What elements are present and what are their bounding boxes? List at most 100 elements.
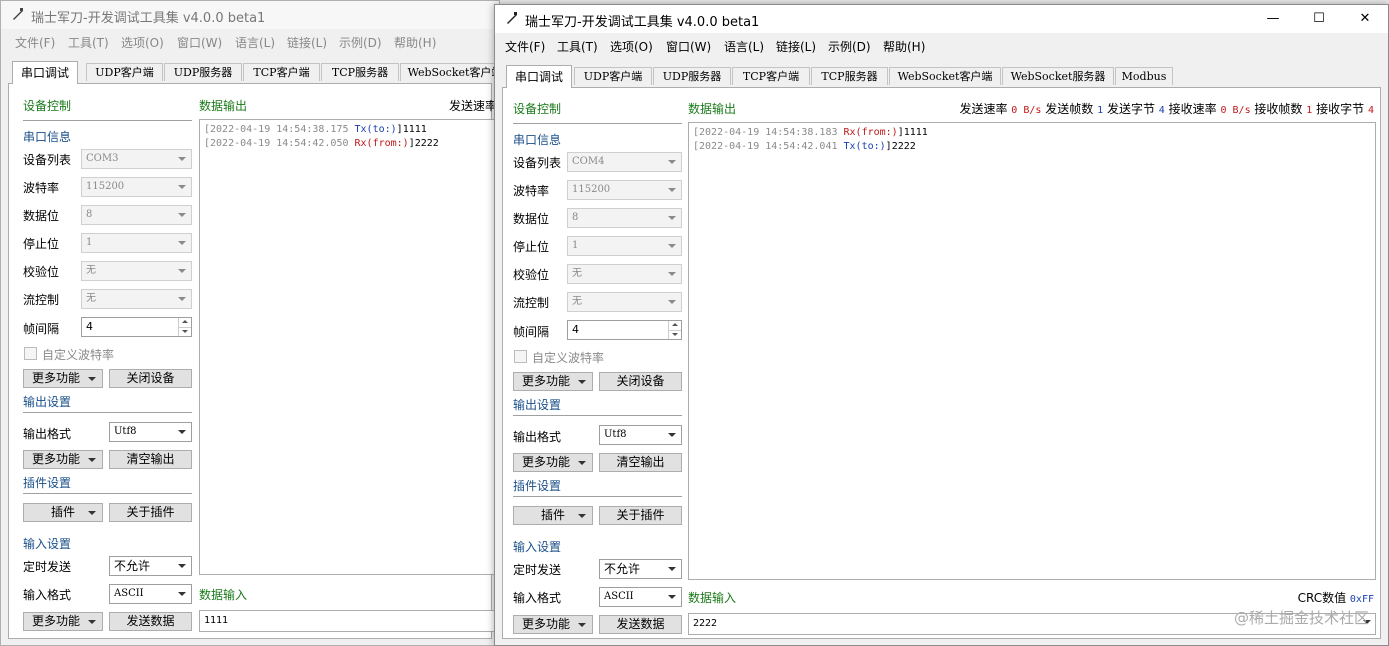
frame-interval-value: 4: [572, 323, 579, 336]
timed-send-select[interactable]: 不允许: [109, 556, 192, 576]
send-data-button[interactable]: 发送数据: [109, 612, 192, 631]
tab-udp-server[interactable]: UDP服务器: [653, 67, 731, 85]
stop-bits-select[interactable]: 1: [567, 236, 682, 256]
chevron-down-icon: [578, 623, 586, 627]
data-input-field[interactable]: 1111: [199, 610, 499, 632]
stop-bits-label: 停止位: [23, 237, 60, 251]
menu-help[interactable]: 帮助(H): [394, 34, 436, 51]
close-button[interactable]: ✕: [1342, 5, 1388, 33]
clear-output-button[interactable]: 清空输出: [599, 453, 682, 472]
flow-label: 流控制: [23, 293, 60, 307]
stop-bits-select[interactable]: 1: [81, 233, 192, 253]
menu-help[interactable]: 帮助(H): [883, 38, 925, 55]
menu-window[interactable]: 窗口(W): [177, 34, 222, 51]
menu-window[interactable]: 窗口(W): [666, 38, 711, 55]
about-plugin-button[interactable]: 关于插件: [599, 506, 682, 525]
tab-tcp-server[interactable]: TCP服务器: [811, 67, 888, 85]
menu-links[interactable]: 链接(L): [287, 34, 327, 51]
close-device-button[interactable]: 关闭设备: [109, 369, 192, 388]
menu-language[interactable]: 语言(L): [724, 38, 764, 55]
chevron-down-icon: [178, 241, 186, 245]
data-output-log[interactable]: [2022-04-19 14:54:38.183 Rx(from:)]1111 …: [688, 122, 1376, 580]
tab-websocket-client[interactable]: WebSocket客户端: [889, 67, 1001, 85]
log-timestamp: [2022-04-19 14:54:42.050: [204, 138, 355, 149]
subsection-input-settings: 输入设置: [23, 537, 72, 551]
minimize-button[interactable]: —: [1250, 5, 1296, 33]
tab-udp-client[interactable]: UDP客户端: [574, 67, 652, 85]
more-functions-button[interactable]: 更多功能: [23, 450, 103, 469]
spin-down-icon[interactable]: [668, 330, 681, 339]
tab-tcp-server[interactable]: TCP服务器: [321, 63, 399, 81]
input-format-select[interactable]: ASCII: [599, 587, 682, 607]
data-output-log[interactable]: [2022-04-19 14:54:38.175 Tx(to:)]1111 [2…: [199, 119, 499, 575]
custom-baud-checkbox[interactable]: 自定义波特率: [24, 346, 184, 362]
port-select[interactable]: COM3: [81, 149, 192, 169]
about-plugin-button[interactable]: 关于插件: [109, 503, 192, 522]
parity-value: 无: [572, 268, 582, 279]
close-device-button[interactable]: 关闭设备: [599, 372, 682, 391]
chevron-down-icon: [668, 188, 676, 192]
plugin-label: 插件: [50, 505, 75, 519]
flow-select[interactable]: 无: [567, 292, 682, 312]
frame-interval-spinbox[interactable]: 4: [567, 320, 682, 340]
log-line: [2022-04-19 14:54:38.183 Rx(from:)]1111: [693, 126, 1371, 140]
output-format-select[interactable]: Utf8: [109, 422, 192, 442]
tab-udp-client[interactable]: UDP客户端: [86, 63, 163, 81]
menu-examples[interactable]: 示例(D): [339, 34, 382, 51]
data-bits-select[interactable]: 8: [567, 208, 682, 228]
chevron-down-icon: [88, 458, 96, 462]
flow-select[interactable]: 无: [81, 289, 192, 309]
title-bar[interactable]: 瑞士军刀-开发调试工具集 v4.0.0 beta1 — ☐ ✕: [495, 5, 1388, 33]
title-bar[interactable]: 瑞士军刀-开发调试工具集 v4.0.0 beta1: [1, 1, 499, 29]
tab-websocket-client[interactable]: WebSocket客户端: [400, 63, 499, 81]
flow-label: 流控制: [513, 296, 550, 310]
clear-output-button[interactable]: 清空输出: [109, 450, 192, 469]
more-functions-button[interactable]: 更多功能: [23, 612, 103, 631]
output-format-select[interactable]: Utf8: [599, 425, 682, 445]
more-functions-button[interactable]: 更多功能: [513, 453, 593, 472]
baud-select[interactable]: 115200: [567, 180, 682, 200]
baud-value: 115200: [86, 181, 125, 192]
menu-file[interactable]: 文件(F): [15, 34, 55, 51]
more-functions-button[interactable]: 更多功能: [513, 615, 593, 634]
chevron-down-icon: [668, 160, 676, 164]
send-data-button[interactable]: 发送数据: [599, 615, 682, 634]
menu-language[interactable]: 语言(L): [235, 34, 275, 51]
spin-down-icon[interactable]: [178, 327, 191, 336]
tab-tcp-client[interactable]: TCP客户端: [732, 67, 810, 85]
menu-examples[interactable]: 示例(D): [828, 38, 871, 55]
menu-tools[interactable]: 工具(T): [557, 38, 598, 55]
port-select[interactable]: COM4: [567, 152, 682, 172]
menu-options[interactable]: 选项(O): [121, 34, 164, 51]
recv-bytes-label: 接收字节: [1316, 102, 1365, 116]
chevron-down-icon: [88, 377, 96, 381]
plugin-button[interactable]: 插件: [513, 506, 593, 525]
tab-serial[interactable]: 串口调试: [12, 61, 78, 84]
more-functions-button[interactable]: 更多功能: [513, 372, 593, 391]
parity-select[interactable]: 无: [567, 264, 682, 284]
frame-interval-spinbox[interactable]: 4: [81, 317, 192, 337]
tab-tcp-client[interactable]: TCP客户端: [243, 63, 320, 81]
timed-send-select[interactable]: 不允许: [599, 559, 682, 579]
output-format-value: Utf8: [604, 429, 627, 440]
menu-file[interactable]: 文件(F): [505, 38, 545, 55]
tab-websocket-server[interactable]: WebSocket服务器: [1002, 67, 1114, 85]
tab-serial[interactable]: 串口调试: [506, 65, 572, 88]
log-line: [2022-04-19 14:54:42.041 Tx(to:)]2222: [693, 140, 1371, 154]
menu-links[interactable]: 链接(L): [776, 38, 816, 55]
input-format-select[interactable]: ASCII: [109, 584, 192, 604]
baud-select[interactable]: 115200: [81, 177, 192, 197]
more-functions-button[interactable]: 更多功能: [23, 369, 103, 388]
log-data: ]2222: [885, 141, 916, 152]
tab-udp-server[interactable]: UDP服务器: [164, 63, 242, 81]
plugin-button[interactable]: 插件: [23, 503, 103, 522]
data-bits-label: 数据位: [23, 209, 60, 223]
menu-bar: 文件(F) 工具(T) 选项(O) 窗口(W) 语言(L) 链接(L) 示例(D…: [495, 35, 1388, 57]
menu-options[interactable]: 选项(O): [610, 38, 653, 55]
data-bits-select[interactable]: 8: [81, 205, 192, 225]
custom-baud-checkbox[interactable]: 自定义波特率: [514, 349, 674, 365]
parity-select[interactable]: 无: [81, 261, 192, 281]
tab-modbus[interactable]: Modbus: [1115, 67, 1173, 85]
maximize-button[interactable]: ☐: [1296, 5, 1342, 33]
menu-tools[interactable]: 工具(T): [68, 34, 109, 51]
